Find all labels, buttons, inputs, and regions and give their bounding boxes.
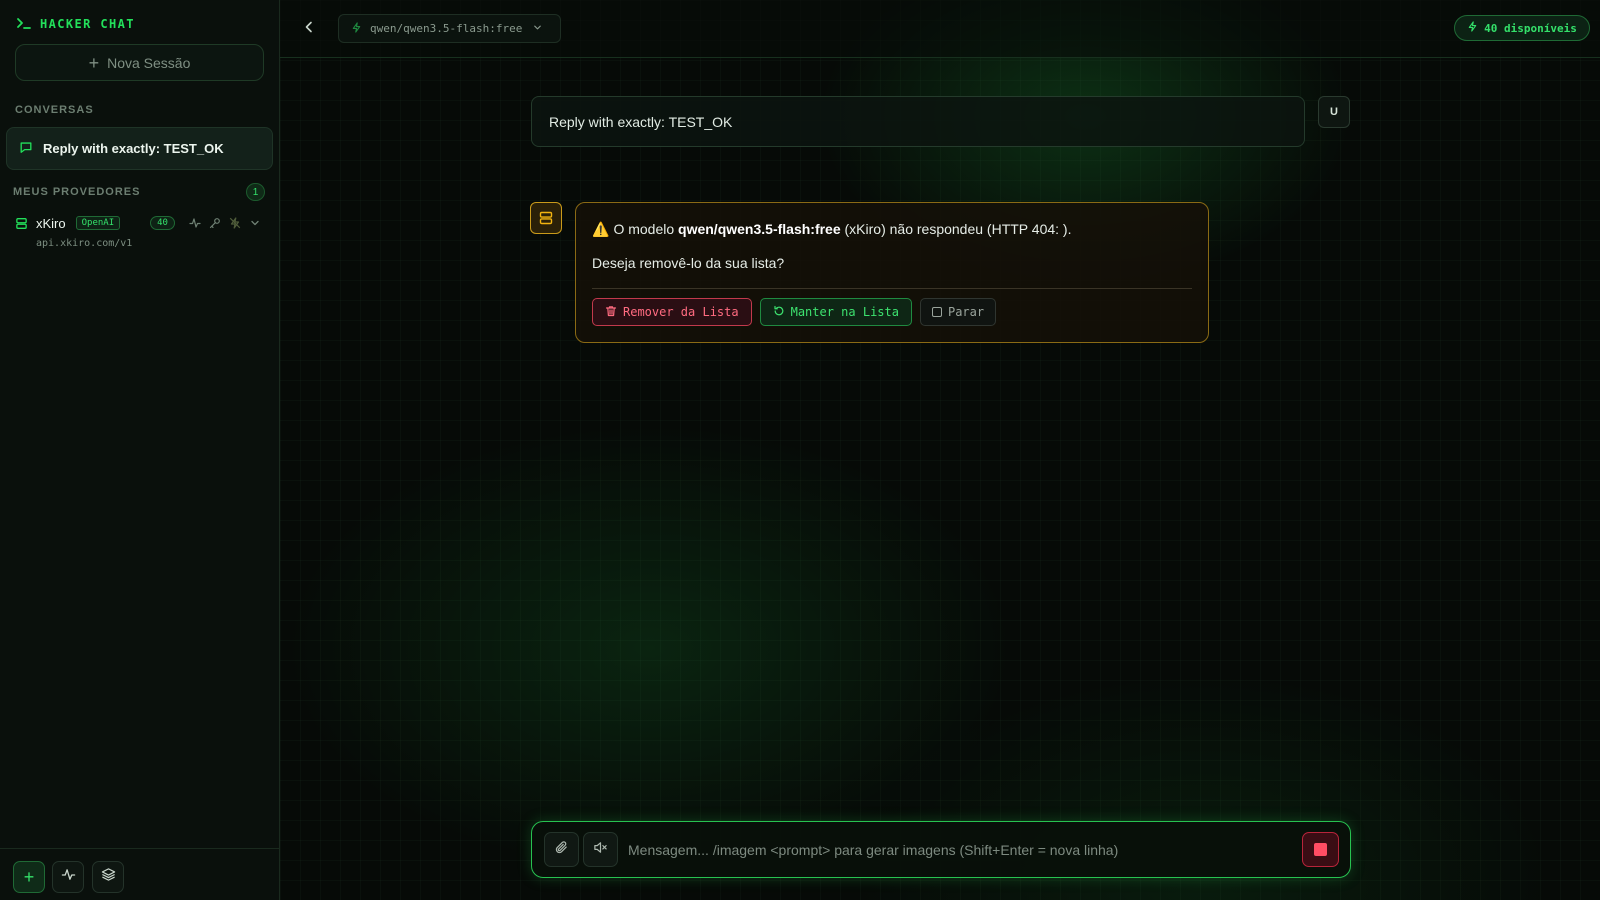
conversation-item[interactable]: Reply with exactly: TEST_OK bbox=[6, 127, 273, 170]
divider bbox=[592, 288, 1192, 289]
chat-area: qwen/qwen3.5-flash:free 40 disponíveis R… bbox=[280, 0, 1600, 900]
stop-icon bbox=[1314, 843, 1327, 856]
error-question: Deseja removê-lo da sua lista? bbox=[592, 255, 785, 271]
message-composer bbox=[531, 821, 1351, 878]
user-message: Reply with exactly: TEST_OK bbox=[531, 96, 1305, 147]
remove-label: Remover da Lista bbox=[623, 305, 739, 319]
paperclip-icon bbox=[554, 840, 569, 860]
providers-heading: MEUS PROVEDORES bbox=[13, 186, 141, 198]
zap-icon bbox=[351, 21, 362, 36]
brand-name: HACKER CHAT bbox=[40, 17, 135, 31]
sidebar-footer: + bbox=[0, 848, 280, 900]
user-avatar: U bbox=[1318, 96, 1350, 128]
error-prefix: O modelo bbox=[613, 221, 675, 237]
provider-models-badge: 40 bbox=[150, 216, 175, 230]
provider-name: xKiro bbox=[36, 215, 66, 231]
sidebar: HACKER CHAT + Nova Sessão CONVERSAS Repl… bbox=[0, 0, 280, 900]
available-models-badge: 40 disponíveis bbox=[1454, 15, 1590, 41]
new-session-button[interactable]: + Nova Sessão bbox=[15, 44, 264, 81]
chevron-down-icon[interactable] bbox=[249, 217, 261, 229]
selected-model: qwen/qwen3.5-flash:free bbox=[370, 22, 523, 35]
chevron-left-icon bbox=[302, 20, 316, 39]
volume-mute-icon bbox=[593, 840, 608, 860]
chevron-down-icon bbox=[532, 22, 543, 36]
model-select[interactable]: qwen/qwen3.5-flash:free bbox=[338, 14, 561, 43]
add-provider-button[interactable]: + bbox=[13, 861, 45, 893]
trash-icon bbox=[605, 305, 617, 320]
stop-generation-button[interactable] bbox=[1302, 832, 1339, 867]
model-error-card: ⚠️ O modelo qwen/qwen3.5-flash:free (xKi… bbox=[575, 202, 1209, 343]
activity-button[interactable] bbox=[52, 861, 84, 893]
server-icon bbox=[530, 202, 562, 234]
error-suffix: (xKiro) não respondeu (HTTP 404: ). bbox=[844, 221, 1072, 237]
layers-button[interactable] bbox=[92, 861, 124, 893]
database-icon bbox=[15, 217, 28, 230]
topbar: qwen/qwen3.5-flash:free 40 disponíveis bbox=[280, 0, 1600, 58]
terminal-icon bbox=[16, 15, 32, 34]
warning-icon: ⚠️ bbox=[592, 220, 610, 237]
remove-from-list-button[interactable]: Remover da Lista bbox=[592, 298, 752, 326]
zap-off-icon[interactable] bbox=[229, 217, 241, 229]
available-models-label: 40 disponíveis bbox=[1484, 21, 1577, 35]
plus-icon: + bbox=[88, 52, 100, 73]
plus-icon: + bbox=[23, 866, 35, 887]
mute-button[interactable] bbox=[583, 832, 618, 867]
conversations-heading: CONVERSAS bbox=[15, 104, 94, 116]
message-icon bbox=[19, 140, 33, 157]
stop-button[interactable]: Parar bbox=[919, 298, 997, 326]
keep-in-list-button[interactable]: Manter na Lista bbox=[759, 298, 912, 326]
stop-label: Parar bbox=[947, 305, 985, 319]
provider-url: api.xkiro.com/v1 bbox=[36, 238, 133, 249]
provider-item[interactable]: xKiro OpenAI 40 bbox=[15, 214, 261, 232]
providers-count-badge: 1 bbox=[246, 183, 265, 201]
keep-label: Manter na Lista bbox=[790, 305, 899, 319]
layers-icon bbox=[101, 867, 116, 887]
square-icon bbox=[931, 307, 942, 317]
conversation-title: Reply with exactly: TEST_OK bbox=[43, 141, 224, 156]
zap-icon bbox=[1467, 21, 1478, 35]
brand: HACKER CHAT bbox=[16, 14, 135, 34]
new-session-label: Nova Sessão bbox=[107, 54, 191, 71]
error-model-name: qwen/qwen3.5-flash:free bbox=[678, 221, 841, 237]
collapse-sidebar-button[interactable] bbox=[298, 18, 320, 40]
key-icon[interactable] bbox=[209, 217, 221, 229]
message-input[interactable] bbox=[628, 832, 1268, 867]
provider-type-badge: OpenAI bbox=[75, 216, 121, 230]
attach-button[interactable] bbox=[544, 832, 579, 867]
activity-icon[interactable] bbox=[189, 217, 201, 229]
activity-icon bbox=[61, 867, 76, 887]
refresh-icon bbox=[773, 305, 785, 320]
error-message: ⚠️ O modelo qwen/qwen3.5-flash:free (xKi… bbox=[592, 218, 1192, 240]
